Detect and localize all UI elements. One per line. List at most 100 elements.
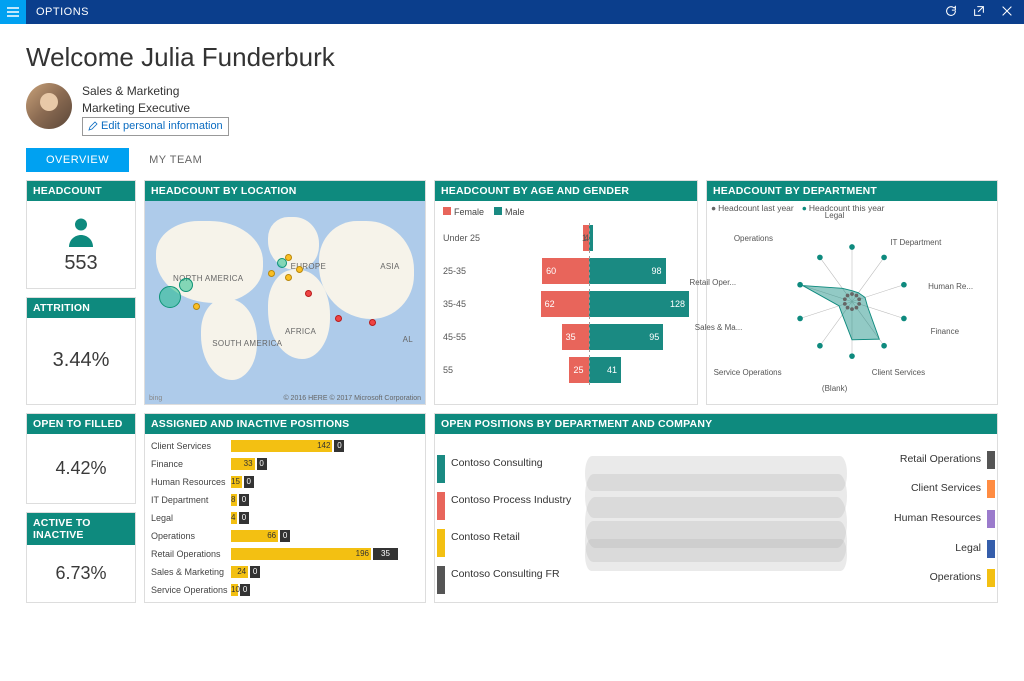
radar-axis-label: IT Department bbox=[890, 238, 941, 247]
bar-male: 95 bbox=[589, 324, 663, 350]
radar-axis-label: Client Services bbox=[872, 368, 925, 377]
assigned-row-label: Finance bbox=[151, 459, 231, 469]
map-dot bbox=[193, 303, 200, 310]
agegender-row-label: 45-55 bbox=[443, 332, 489, 342]
sankey-target: Retail Operations bbox=[847, 451, 987, 467]
edit-personal-label: Edit personal information bbox=[101, 119, 223, 134]
legend-male: Male bbox=[505, 207, 525, 217]
bar-assigned: 15 bbox=[231, 476, 242, 488]
map-label-al: AL bbox=[403, 335, 413, 344]
bar-inactive: 0 bbox=[244, 476, 254, 488]
sankey-source: Contoso Process Industry bbox=[445, 492, 585, 508]
bar-assigned: 24 bbox=[231, 566, 248, 578]
close-icon[interactable] bbox=[1000, 4, 1014, 21]
kpi-headcount-title: HEADCOUNT bbox=[27, 181, 135, 201]
sankey-target: Operations bbox=[847, 569, 987, 585]
bar-inactive: 0 bbox=[334, 440, 344, 452]
map-dot bbox=[305, 290, 312, 297]
assigned-row-label: Legal bbox=[151, 513, 231, 523]
radar-axis-label: Operations bbox=[734, 234, 773, 243]
bar-assigned: 142 bbox=[231, 440, 332, 452]
bar-inactive: 0 bbox=[239, 494, 249, 506]
kpi-attrition-title: ATTRITION bbox=[27, 298, 135, 318]
map-dot bbox=[179, 278, 193, 292]
legend-female: Female bbox=[454, 207, 484, 217]
assigned-row-label: IT Department bbox=[151, 495, 231, 505]
tab-overview[interactable]: OVERVIEW bbox=[26, 148, 129, 172]
avatar bbox=[26, 83, 72, 129]
kpi-active-to-inactive: ACTIVE TO INACTIVE 6.73% bbox=[26, 512, 136, 603]
assigned-row-label: Operations bbox=[151, 531, 231, 541]
edit-personal-button[interactable]: Edit personal information bbox=[82, 117, 229, 136]
profile-block: Sales & Marketing Marketing Executive Ed… bbox=[26, 83, 998, 136]
bar-inactive: 0 bbox=[239, 512, 249, 524]
legend-last-year: Headcount last year bbox=[711, 203, 794, 213]
sankey-target: Legal bbox=[847, 540, 987, 556]
map-label-af: AFRICA bbox=[285, 327, 316, 336]
kpi-attrition: ATTRITION 3.44% bbox=[26, 297, 136, 406]
bar-male: 98 bbox=[589, 258, 666, 284]
otf-title: OPEN TO FILLED bbox=[27, 414, 135, 434]
agegender-row-label: Under 25 bbox=[443, 233, 489, 243]
menu-icon bbox=[6, 5, 20, 19]
map-dot bbox=[369, 319, 376, 326]
map-title: HEADCOUNT BY LOCATION bbox=[145, 181, 425, 201]
map-copyright: © 2016 HERE © 2017 Microsoft Corporation bbox=[283, 395, 421, 402]
profile-dept: Sales & Marketing bbox=[82, 83, 229, 100]
assigned-row-label: Client Services bbox=[151, 441, 231, 451]
attrition-value: 3.44% bbox=[53, 349, 110, 372]
hamburger-menu[interactable] bbox=[0, 0, 26, 24]
map-dot bbox=[335, 315, 342, 322]
assigned-title: ASSIGNED AND INACTIVE POSITIONS bbox=[145, 414, 425, 434]
bar-female: 62 bbox=[541, 291, 589, 317]
card-sankey: OPEN POSITIONS BY DEPARTMENT AND COMPANY… bbox=[434, 413, 998, 603]
radar-axis-label: (Blank) bbox=[822, 384, 847, 393]
radar-axis-label: Sales & Ma... bbox=[695, 323, 743, 332]
agegender-row: 25-35 6098 bbox=[443, 256, 689, 286]
appbar-title: OPTIONS bbox=[36, 6, 89, 18]
map-dot bbox=[285, 254, 292, 261]
ati-title: ACTIVE TO INACTIVE bbox=[27, 513, 135, 545]
card-age-gender: HEADCOUNT BY AGE AND GENDER Female Male … bbox=[434, 180, 698, 405]
bar-male: 41 bbox=[589, 357, 621, 383]
sankey-target: Human Resources bbox=[847, 510, 987, 526]
bar-assigned: 33 bbox=[231, 458, 255, 470]
assigned-row: Finance330 bbox=[151, 456, 419, 472]
dept-title: HEADCOUNT BY DEPARTMENT bbox=[707, 181, 997, 201]
card-assigned-positions: ASSIGNED AND INACTIVE POSITIONS Client S… bbox=[144, 413, 426, 603]
bar-inactive: 0 bbox=[280, 530, 290, 542]
bar-female: 35 bbox=[562, 324, 589, 350]
assigned-row-label: Human Resources bbox=[151, 477, 231, 487]
agegender-row: 35-45 62128 bbox=[443, 289, 689, 319]
bar-male: 128 bbox=[589, 291, 689, 317]
sankey-source: Contoso Consulting bbox=[445, 455, 585, 471]
agegender-row: 552541 bbox=[443, 355, 689, 385]
kpi-headcount: HEADCOUNT 553 bbox=[26, 180, 136, 289]
sankey-target: Client Services bbox=[847, 480, 987, 496]
sankey-title: OPEN POSITIONS BY DEPARTMENT AND COMPANY bbox=[435, 414, 997, 434]
ati-value: 6.73% bbox=[55, 563, 106, 584]
map-label-as: ASIA bbox=[380, 262, 399, 271]
sankey-flow bbox=[585, 444, 847, 592]
assigned-row: Sales & Marketing240 bbox=[151, 564, 419, 580]
refresh-icon[interactable] bbox=[944, 4, 958, 21]
bar-assigned: 8 bbox=[231, 494, 237, 506]
person-icon bbox=[63, 214, 99, 250]
agegender-row-label: 35-45 bbox=[443, 299, 489, 309]
bar-female: 60 bbox=[542, 258, 589, 284]
tab-myteam[interactable]: MY TEAM bbox=[129, 148, 222, 172]
assigned-row: Retail Operations19635 bbox=[151, 546, 419, 562]
radar-axis-label: Legal bbox=[825, 211, 845, 220]
bar-assigned: 66 bbox=[231, 530, 278, 542]
assigned-row: Service Operations100 bbox=[151, 582, 419, 598]
radar-axis-label: Human Re... bbox=[928, 282, 973, 291]
popout-icon[interactable] bbox=[972, 4, 986, 21]
radar-axis-label: Retail Oper... bbox=[689, 278, 736, 287]
otf-value: 4.42% bbox=[55, 458, 106, 479]
agegender-row-label: 25-35 bbox=[443, 266, 489, 276]
map-canvas[interactable]: NORTH AMERICA SOUTH AMERICA EUROPE AFRIC… bbox=[145, 201, 425, 404]
bar-inactive: 35 bbox=[373, 548, 398, 560]
bar-female: 25 bbox=[569, 357, 589, 383]
sankey-source: Contoso Retail bbox=[445, 529, 585, 545]
bar-inactive: 0 bbox=[257, 458, 267, 470]
